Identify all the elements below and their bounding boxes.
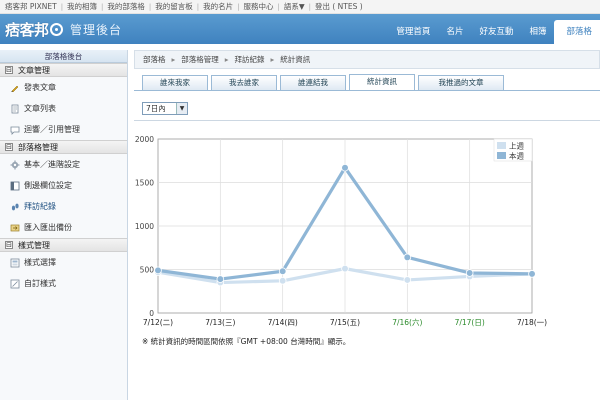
data-point	[465, 269, 474, 277]
x-tick-label: 7/16(六)	[392, 317, 422, 327]
x-tick-label: 7/15(五)	[330, 318, 360, 327]
x-tick-label: 7/18(一)	[517, 318, 547, 327]
x-tick-label: 7/17(日)	[455, 318, 485, 327]
legend-label: 本週	[509, 151, 524, 161]
y-tick-label: 500	[140, 266, 155, 275]
legend-swatch	[497, 152, 506, 159]
legend-label: 上週	[509, 142, 524, 151]
data-point	[403, 253, 412, 262]
x-tick-label: 7/12(二)	[143, 318, 173, 327]
data-point	[403, 276, 412, 284]
timezone-footnote: ※ 統計資訊的時間區間依照『GMT +08:00 台灣時間』顯示。	[142, 337, 351, 346]
data-point	[154, 266, 162, 275]
data-point	[278, 277, 287, 285]
data-point	[528, 270, 536, 278]
x-tick-label: 7/14(四)	[268, 318, 298, 327]
x-tick-label: 7/13(三)	[205, 318, 235, 327]
data-point	[341, 163, 349, 172]
legend-swatch	[497, 142, 506, 149]
data-point	[278, 267, 287, 276]
data-point	[341, 264, 349, 273]
y-tick-label: 2000	[135, 135, 154, 144]
data-point	[216, 275, 225, 283]
y-tick-label: 1500	[135, 179, 154, 188]
y-tick-label: 0	[149, 309, 154, 318]
chart-legend: 上週本週	[493, 138, 533, 162]
y-tick-label: 1000	[135, 222, 154, 231]
